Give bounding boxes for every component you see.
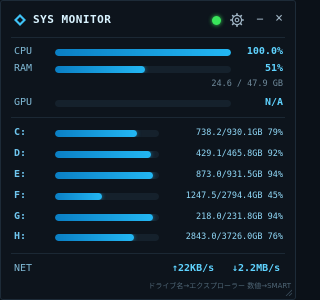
- app-title: SYS MONITOR: [33, 13, 112, 26]
- divider: [11, 253, 285, 254]
- drive-label-c[interactable]: C:: [14, 127, 26, 138]
- gpu-bar: [55, 100, 231, 107]
- ram-label: RAM: [14, 63, 33, 74]
- gpu-label: GPU: [14, 97, 33, 108]
- drive-bar-d: [55, 151, 159, 158]
- drive-label-h[interactable]: H:: [14, 231, 26, 242]
- drive-info-h[interactable]: 2843.0/3726.0GB 76%: [186, 232, 283, 242]
- net-upload: ↑22KB/s: [172, 263, 215, 274]
- cpu-value: 100.0%: [246, 46, 283, 57]
- divider: [11, 117, 285, 118]
- drive-info-f[interactable]: 1247.5/2794.4GB 45%: [186, 191, 283, 201]
- ram-value: 51%: [264, 63, 283, 74]
- title-bar[interactable]: SYS MONITOR − ×: [1, 1, 295, 39]
- drive-bar-fill: [55, 151, 151, 158]
- ram-detail: 24.6 / 47.9 GB: [211, 79, 283, 89]
- drive-bar-e: [55, 172, 159, 179]
- resize-grip-icon[interactable]: [285, 289, 292, 296]
- gear-icon[interactable]: [230, 13, 244, 27]
- drive-label-d[interactable]: D:: [14, 148, 26, 159]
- status-indicator: [212, 16, 221, 25]
- close-icon[interactable]: ×: [273, 12, 285, 26]
- drive-label-e[interactable]: E:: [14, 169, 26, 180]
- ram-bar: [55, 66, 231, 73]
- gpu-value: N/A: [264, 97, 283, 108]
- drive-info-e[interactable]: 873.0/931.5GB 94%: [196, 170, 283, 180]
- drive-bar-fill: [55, 130, 138, 137]
- footer-hint: ドライブ名→エクスプローラー 数値→SMART: [148, 282, 291, 290]
- drive-info-g[interactable]: 218.0/231.8GB 94%: [196, 212, 283, 222]
- drive-label-f[interactable]: F:: [14, 190, 26, 201]
- drive-bar-f: [55, 193, 159, 200]
- drive-bar-h: [55, 234, 159, 241]
- cpu-bar-fill: [55, 49, 231, 56]
- cpu-bar: [55, 49, 231, 56]
- drive-bar-fill: [55, 172, 153, 179]
- cpu-label: CPU: [14, 46, 33, 57]
- drive-bar-fill: [55, 193, 102, 200]
- ram-bar-fill: [55, 66, 145, 73]
- drive-info-c[interactable]: 738.2/930.1GB 79%: [196, 128, 283, 138]
- drive-bar-c: [55, 130, 159, 137]
- sys-monitor-window: SYS MONITOR − × CPU 100.0% RAM 51% 24.6 …: [0, 0, 296, 300]
- drive-bar-g: [55, 214, 159, 221]
- drive-label-g[interactable]: G:: [14, 211, 26, 222]
- drive-info-d[interactable]: 429.1/465.8GB 92%: [196, 149, 283, 159]
- net-label: NET: [14, 263, 33, 274]
- net-download: ↓2.2MB/s: [232, 263, 281, 274]
- drive-bar-fill: [55, 214, 153, 221]
- drive-bar-fill: [55, 234, 135, 241]
- diamond-icon: [14, 14, 26, 26]
- divider: [11, 37, 285, 38]
- minimize-icon[interactable]: −: [254, 12, 266, 26]
